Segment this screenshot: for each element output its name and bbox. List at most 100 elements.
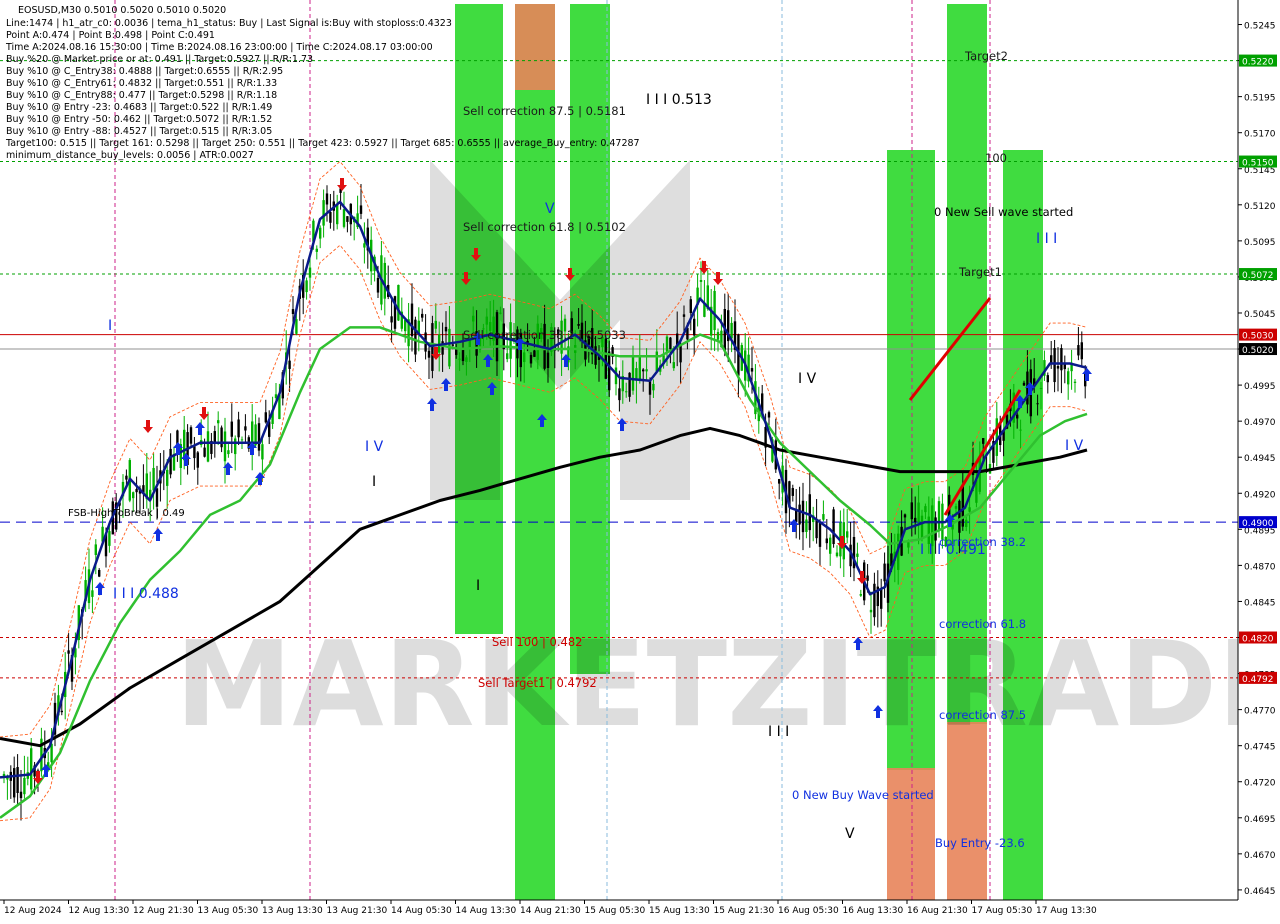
candle-body — [1022, 382, 1026, 386]
candle-body — [322, 200, 325, 226]
candle-body — [203, 447, 206, 457]
candle-body — [295, 319, 298, 334]
candle-body — [60, 710, 63, 713]
price-tick-label: 0.5045 — [1244, 310, 1276, 320]
candle-body — [665, 336, 669, 352]
wave-label-513: I I I 0.513 — [646, 92, 712, 108]
sell-correction-618-label: Sell correction 61.8 | 0.5102 — [463, 220, 626, 234]
price-tick-label: 0.4970 — [1244, 418, 1276, 428]
candle-body — [94, 544, 97, 555]
candle-body — [261, 444, 264, 460]
candle-body — [628, 372, 631, 397]
chart-area[interactable]: MARKETZITRADE Sell correction 87.5 | 0.5… — [0, 0, 1280, 920]
candle-body — [577, 323, 580, 326]
wave-I-low: I — [372, 474, 376, 490]
time-tick-label: 15 Aug 21:30 — [714, 906, 775, 916]
candle-body — [444, 326, 448, 332]
time-tick-label: 14 Aug 05:30 — [391, 906, 452, 916]
candle-body — [778, 479, 781, 484]
candle-body — [652, 383, 655, 391]
candle-body — [958, 500, 961, 533]
price-tick-label: 0.4720 — [1244, 779, 1276, 789]
candle-body — [189, 427, 193, 444]
candle-body — [217, 420, 220, 424]
buy-arrow-icon — [181, 453, 191, 466]
candle-body — [968, 507, 971, 512]
price-tick-label: 0.4845 — [1244, 598, 1276, 608]
candle-body — [376, 277, 380, 293]
candle-body — [427, 350, 431, 358]
info-line: Buy %10 @ C_Entry38: 0.4888 || Target:0.… — [6, 66, 283, 77]
candle-body — [699, 280, 703, 282]
candle-body — [931, 505, 934, 547]
candle-body — [829, 537, 832, 554]
candle-body — [618, 388, 621, 401]
candle-body — [485, 316, 488, 325]
info-line: Line:1474 | h1_atr_c0: 0.0036 | tema_h1_… — [6, 18, 452, 29]
candle-body — [342, 209, 346, 227]
level-tag-label: 0.4900 — [1242, 519, 1274, 529]
info-line: Buy %10 @ C_Entry61: 0.4832 || Target:0.… — [6, 78, 277, 89]
candle-body — [682, 314, 686, 317]
time-tick-label: 14 Aug 13:30 — [456, 906, 517, 916]
orange-zone-1 — [515, 4, 555, 90]
candle-body — [801, 500, 805, 533]
price-tick-label: 0.4870 — [1244, 562, 1276, 572]
candle-body — [883, 563, 886, 582]
target2-label: Target2 — [964, 49, 1008, 63]
price-tick-label: 0.5195 — [1244, 94, 1276, 104]
info-line: Buy %20 @ Market price or at: 0.491 || T… — [6, 54, 313, 65]
candle-body — [397, 284, 400, 321]
price-tick-label: 0.4645 — [1244, 887, 1276, 897]
wave-V-bottom: V — [845, 826, 855, 842]
candle-body — [1056, 366, 1060, 369]
candle-body — [319, 227, 322, 239]
candle-body — [965, 519, 968, 528]
info-line: Buy %10 @ Entry -50: 0.462 || Target:0.5… — [6, 114, 272, 125]
correction-382-label: correction 38.2 — [939, 535, 1026, 549]
candle-body — [937, 501, 941, 532]
candle-body — [791, 488, 794, 496]
price-tick-label: 0.5245 — [1244, 22, 1276, 32]
candle-body — [434, 320, 437, 329]
candle-body — [672, 362, 675, 369]
candle-body — [67, 650, 70, 654]
candle-body — [193, 446, 196, 459]
candle-body — [805, 519, 808, 532]
candle-body — [264, 412, 267, 423]
price-tick-label: 0.4695 — [1244, 815, 1276, 825]
candle-body — [108, 531, 111, 546]
candle-body — [859, 594, 862, 596]
candle-body — [645, 369, 648, 372]
info-line: Buy %10 @ Entry -23: 0.4683 || Target:0.… — [6, 102, 272, 113]
info-line: Point A:0.474 | Point B:0.498 | Point C:… — [6, 30, 215, 41]
candle-body — [132, 492, 135, 499]
candle-body — [631, 355, 635, 391]
level-tag-label: 0.5072 — [1242, 271, 1274, 281]
price-tick-label: 0.4920 — [1244, 490, 1276, 500]
candle-body — [1039, 387, 1043, 389]
sell-arrow-icon — [143, 420, 153, 433]
time-tick-label: 15 Aug 05:30 — [585, 906, 646, 916]
candle-body — [152, 467, 155, 491]
candle-body — [451, 344, 454, 346]
candle-body — [903, 514, 907, 518]
candle-body — [846, 531, 849, 538]
candle-body — [604, 338, 607, 379]
candle-body — [308, 267, 312, 278]
candle-body — [363, 243, 366, 248]
candle-body — [1080, 342, 1083, 360]
info-line: minimum_distance_buy_levels: 0.0056 | AT… — [6, 150, 254, 161]
candle-body — [359, 205, 363, 214]
correction-618-label: correction 61.8 — [939, 617, 1026, 631]
candle-body — [907, 542, 910, 548]
candle-body — [230, 421, 233, 437]
candle-body — [315, 248, 318, 252]
candle-body — [869, 609, 873, 613]
symbol-header: EOSUSD,M30 0.5010 0.5020 0.5010 0.5020 — [18, 5, 226, 16]
candle-body — [927, 516, 930, 545]
candle-body — [125, 475, 128, 480]
candle-body — [346, 216, 349, 222]
wave-IV-mid: I V — [798, 371, 817, 387]
candle-body — [30, 748, 33, 790]
